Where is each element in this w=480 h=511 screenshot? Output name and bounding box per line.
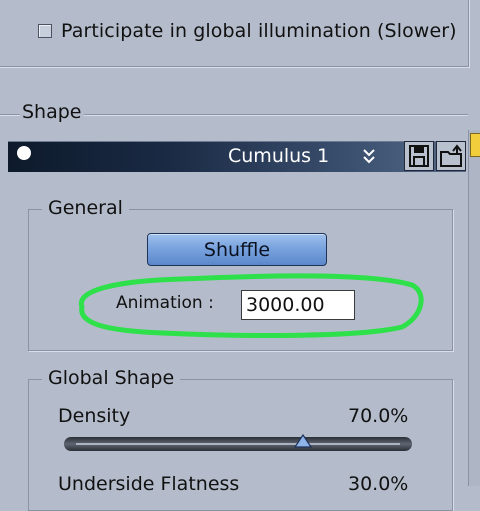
global-shape-label: Global Shape [42, 367, 181, 389]
scrollbar[interactable] [468, 130, 480, 486]
dot-icon[interactable] [17, 146, 31, 160]
density-slider-groove [76, 443, 400, 445]
shuffle-button[interactable]: Shuffle [147, 233, 327, 266]
chevron-double-down-icon[interactable] [362, 147, 376, 165]
shape-section-label: Shape [22, 101, 82, 123]
density-label: Density [58, 405, 131, 427]
preset-name[interactable]: Cumulus 1 [228, 145, 329, 167]
underside-flatness-label: Underside Flatness [58, 473, 240, 495]
global-illumination-checkbox[interactable] [38, 24, 52, 38]
load-icon [440, 144, 462, 167]
highlight-annotation [78, 273, 424, 338]
scrollbar-thumb[interactable] [470, 133, 480, 157]
underside-flatness-value: 30.0% [348, 473, 409, 495]
general-label: General [42, 197, 129, 219]
global-illumination-label: Participate in global illumination (Slow… [61, 20, 457, 42]
global-illumination-row[interactable]: Participate in global illumination (Slow… [38, 19, 457, 43]
density-value: 70.0% [348, 405, 409, 427]
save-icon [409, 145, 429, 167]
load-preset-button[interactable] [436, 141, 466, 171]
density-slider-thumb[interactable] [293, 434, 312, 448]
save-preset-button[interactable] [404, 141, 434, 171]
